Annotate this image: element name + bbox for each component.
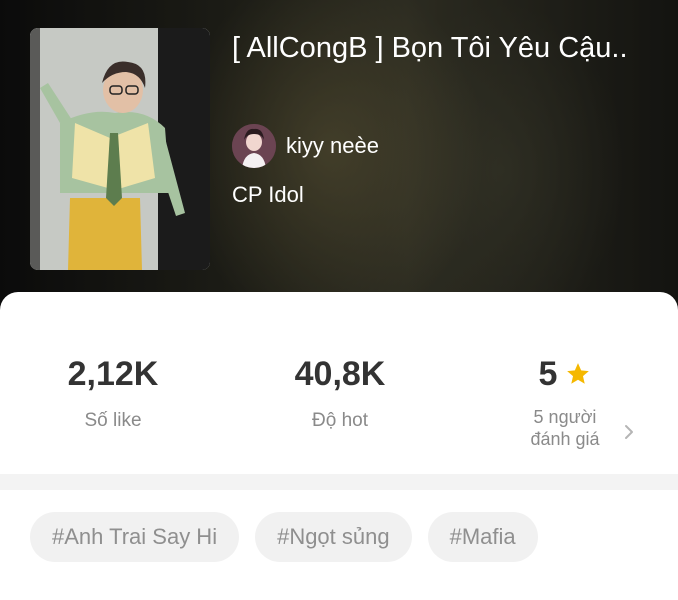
tag-chip[interactable]: #Ngọt sủng: [255, 512, 412, 562]
stats-row: 2,12K Số like 40,8K Độ hot 5 5 người đán…: [0, 292, 678, 472]
hot-label: Độ hot: [312, 410, 368, 431]
rating-value: 5: [538, 355, 558, 393]
author-name: kiyy neèe: [286, 133, 379, 158]
rating-count-label: 5 người đánh giá: [500, 406, 630, 450]
likes-count: 2,12K: [67, 355, 159, 393]
star-icon: [567, 363, 590, 384]
rating-count-line1: 5 người: [533, 407, 597, 427]
hot-stat: 40,8K Độ hot: [280, 354, 400, 432]
chevron-right-icon[interactable]: [622, 422, 636, 442]
rating-stat[interactable]: 5 5 người đánh giá: [500, 354, 630, 450]
hot-count: 40,8K: [294, 355, 386, 393]
story-category: CP Idol: [232, 182, 304, 207]
likes-label: Số like: [84, 410, 142, 431]
author-link[interactable]: kiyy neèe: [232, 124, 379, 168]
author-avatar: [232, 124, 276, 168]
tag-chip[interactable]: #Mafia: [427, 512, 538, 562]
tag-chip[interactable]: #Anh Trai Say Hi: [30, 512, 240, 562]
cover-illustration: [30, 28, 210, 270]
story-info-card: 2,12K Số like 40,8K Độ hot 5 5 người đán…: [0, 292, 678, 600]
section-divider: [0, 474, 678, 490]
likes-stat: 2,12K Số like: [53, 354, 173, 432]
story-cover-image: [30, 28, 210, 270]
story-title: [ AllCongB ] Bọn Tôi Yêu Cậu..: [232, 32, 628, 64]
rating-value-row: 5: [500, 354, 630, 394]
rating-count-line2: đánh giá: [530, 429, 600, 449]
tag-list: #Anh Trai Say Hi #Ngọt sủng #Mafia: [30, 512, 538, 562]
